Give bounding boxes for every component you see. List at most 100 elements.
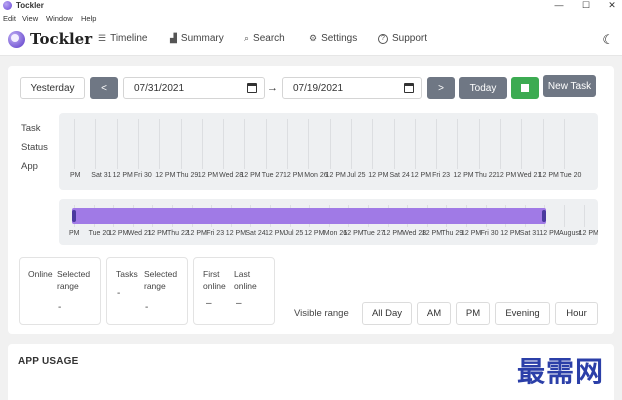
maximize-button[interactable]: ☐ (579, 0, 593, 11)
timeline-tick-label: Thu 29 (176, 172, 199, 179)
range-am-button[interactable]: AM (417, 302, 451, 325)
nav-timeline[interactable]: ☰ Timeline (98, 33, 148, 44)
range-arrow-icon: → (267, 82, 278, 94)
brush-handle-right[interactable] (542, 210, 546, 222)
overview-tick-label: 12 PM (421, 230, 443, 237)
row-label-task: Task (21, 123, 41, 134)
prev-day-button[interactable]: < (90, 77, 118, 99)
overview-tick-label: 12 PM (578, 230, 598, 237)
timeline-gridline (180, 119, 182, 169)
first-online-label: First online (203, 269, 226, 291)
nav-search-label: Search (253, 33, 285, 44)
new-task-button[interactable]: New Task (543, 75, 596, 97)
nav-support-label: Support (392, 33, 428, 44)
timeline-gridline (329, 119, 331, 169)
online-label: Online (28, 269, 53, 279)
timeline-gridline (287, 119, 288, 169)
nav-summary[interactable]: ▟ Summary (170, 33, 224, 44)
timeline-gridline (201, 119, 203, 169)
overview-tick-label: Fri 23 (206, 230, 225, 237)
nav-summary-label: Summary (180, 33, 224, 44)
nav-search[interactable]: ⌕ Search (244, 33, 285, 44)
close-button[interactable]: ✕ (605, 0, 619, 11)
menu-edit[interactable]: Edit (3, 14, 16, 23)
date-to-input[interactable]: 07/19/2021 (282, 77, 422, 99)
stop-tracking-button[interactable] (511, 77, 539, 99)
timeline-gridline (95, 119, 97, 169)
range-evening-button[interactable]: Evening (495, 302, 550, 325)
overview-tick-label: 12 PM (539, 230, 560, 237)
row-label-app: App (21, 161, 38, 172)
today-button[interactable]: Today (459, 77, 507, 99)
timeline-gridline (478, 119, 480, 169)
range-brush[interactable] (72, 208, 546, 224)
yesterday-button[interactable]: Yesterday (20, 77, 85, 99)
overview-tick-label: Thu 29 (441, 230, 464, 237)
range-pm-button[interactable]: PM (456, 302, 490, 325)
timeline-tick-label: 12 PM (197, 172, 219, 179)
search-icon: ⌕ (244, 33, 250, 43)
tasks-card: Tasks Selected range - - (106, 257, 188, 325)
timeline-gridline (265, 119, 267, 169)
moon-icon[interactable]: ☾ (602, 32, 614, 48)
nav-bar: Tockler ☰ Timeline ▟ Summary ⌕ Search ⚙ … (0, 24, 622, 56)
brush-handle-left[interactable] (72, 210, 76, 222)
overview-tick-label: 12 PM (108, 230, 129, 237)
range-all-day-button[interactable]: All Day (362, 302, 412, 325)
overview-tick-label: 12 PM (382, 230, 403, 237)
calendar-icon[interactable] (404, 83, 414, 93)
gear-icon: ⚙ (309, 33, 318, 43)
calendar-icon[interactable] (247, 83, 257, 93)
title-bar: Tockler — ☐ ✕ (0, 0, 622, 12)
timeline-gridline (244, 119, 246, 169)
nav-support[interactable]: ? Support (378, 33, 427, 44)
overview-tick-label: 12 PM (147, 230, 168, 237)
timeline-tick-label: 12 PM (155, 172, 176, 179)
timeline-tick-label: Sat 31 (91, 172, 112, 179)
timeline-tick-label: Fri 23 (432, 172, 450, 179)
timeline-gridline (563, 119, 565, 169)
date-from-input[interactable]: 07/31/2021 (123, 77, 265, 99)
menu-help[interactable]: Help (81, 14, 96, 23)
timeline-tick-label: Jul 25 (346, 172, 366, 179)
timeline-gridline (542, 119, 544, 169)
last-online-value: – (236, 298, 242, 309)
timeline-tick-label: Sat 24 (389, 172, 410, 179)
timeline-gridline (116, 119, 118, 169)
timeline-gridline (74, 119, 75, 169)
tasks-label: Tasks (116, 269, 138, 279)
overview-tick-label: 12 PM (461, 230, 482, 237)
timeline-tick-label: 12 PM (240, 172, 261, 179)
timeline-gridline (457, 119, 459, 169)
menu-view[interactable]: View (22, 14, 38, 23)
menu-window[interactable]: Window (46, 14, 73, 23)
timeline-gridline (350, 119, 352, 169)
date-from-value: 07/31/2021 (134, 82, 185, 94)
app-icon (3, 1, 12, 10)
bar-chart-icon: ▟ (170, 33, 177, 43)
timeline-overview[interactable]: PM Tue 20 12 PM Wed 21 12 PM Thu 22 12 PM Fri 2… (59, 199, 598, 245)
overview-tick-label: 12 PM (186, 230, 207, 237)
timeline-tick-label: 12 PM (112, 172, 133, 179)
timeline-chart[interactable]: PM Sat 31 12 PM Fri 30 12 PM Thu 29 12 PM Wed 2… (59, 113, 598, 190)
range-hour-button[interactable]: Hour (555, 302, 598, 325)
timeline-tick-label: Tue 20 (559, 172, 582, 179)
nav-settings[interactable]: ⚙ Settings (309, 33, 357, 44)
timeline-gridline (393, 119, 395, 169)
tasks-selected-value: - (145, 302, 149, 313)
overview-tick-label: 12 PM (500, 230, 521, 237)
visible-range-label: Visible range (294, 308, 349, 319)
logo-text: Tockler (30, 30, 93, 48)
last-online-label: Last online (234, 269, 257, 291)
timeline-gridline (372, 119, 374, 169)
date-to-value: 07/19/2021 (293, 82, 344, 94)
timeline-tick-label: Thu 22 (474, 172, 497, 179)
watermark: 最需网 (516, 355, 604, 388)
overview-tick-label: Fri 30 (480, 230, 499, 237)
overview-tick-label: Tue 20 (88, 230, 111, 237)
timeline-gridline (308, 119, 310, 169)
next-day-button[interactable]: > (427, 77, 455, 99)
timeline-tick-label: 12 PM (538, 172, 559, 179)
minimize-button[interactable]: — (552, 0, 566, 11)
logo-icon (8, 31, 25, 48)
